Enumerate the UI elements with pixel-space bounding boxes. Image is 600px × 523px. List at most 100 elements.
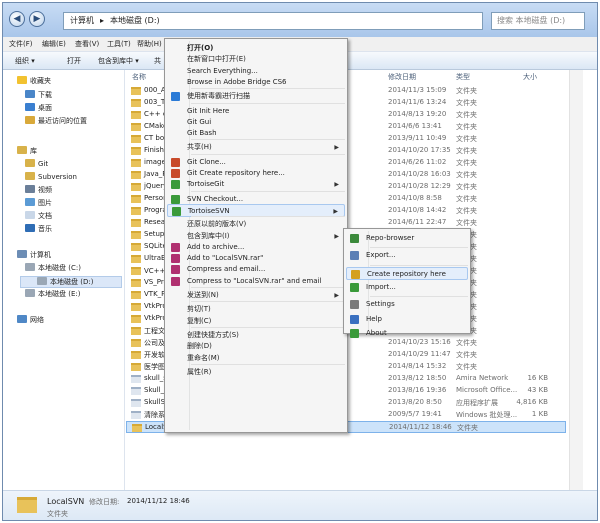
star-icon <box>17 76 27 84</box>
file-size: 4,816 KB <box>516 398 548 406</box>
file-type: 应用程序扩展 <box>456 399 498 407</box>
open-button[interactable]: 打开 <box>67 56 81 66</box>
sidebar-item-desktop[interactable]: 桌面 <box>25 103 52 113</box>
sidebar-item-favorites[interactable]: 收藏夹 <box>17 76 51 86</box>
menu-file[interactable]: 文件(F) <box>9 39 33 49</box>
folder-icon <box>131 363 141 371</box>
submenu-item-repo-browser[interactable]: Repo-browser <box>346 232 468 245</box>
column-header-date[interactable]: 修改日期 <box>388 70 416 84</box>
menu-item-label: 复制(C) <box>187 316 212 325</box>
file-date: 2013/8/12 18:50 <box>388 374 447 382</box>
file-date: 2014/10/28 16:03 <box>388 170 451 178</box>
share-button[interactable]: 共 <box>154 56 161 66</box>
sidebar-item-video[interactable]: 视频 <box>25 185 52 195</box>
menu-help[interactable]: 帮助(H) <box>137 39 162 49</box>
sidebar-item-git[interactable]: Git <box>25 159 48 169</box>
submenu-arrow-icon: ▶ <box>334 292 339 299</box>
menu-view[interactable]: 查看(V) <box>75 39 99 49</box>
folder-icon <box>131 303 141 311</box>
submenu-arrow-icon: ▶ <box>334 144 339 152</box>
folder-icon <box>131 243 141 251</box>
menu-item-label: 共享(H) <box>187 143 212 152</box>
folder-icon <box>131 147 141 155</box>
video-icon <box>25 185 35 193</box>
address-bar-area: ◀ ▶ 计算机 ▸ 本地磁盘 (D:) 搜索 本地磁盘 (D:) <box>3 3 597 37</box>
breadcrumb-drive-d[interactable]: 本地磁盘 (D:) <box>110 13 160 29</box>
menu-item-item[interactable]: 使用新毒霸进行扫描 <box>167 90 345 103</box>
menu-separator <box>191 287 345 288</box>
address-bar[interactable]: 计算机 ▸ 本地磁盘 (D:) <box>63 12 483 30</box>
include-in-library-button[interactable]: 包含到库中 ▾ <box>98 56 139 66</box>
menu-item-label: 重命名(M) <box>187 353 220 362</box>
menu-edit[interactable]: 编辑(E) <box>42 39 66 49</box>
breadcrumb-computer[interactable]: 计算机 <box>70 13 94 29</box>
file-type: Microsoft Office... <box>456 386 518 394</box>
back-button[interactable]: ◀ <box>9 11 25 27</box>
file-type: Amira Network <box>456 374 509 382</box>
menu-item-h[interactable]: 共享(H) ▶ <box>167 141 345 154</box>
folder-icon <box>131 195 141 203</box>
file-date: 2014/11/6 13:24 <box>388 98 447 106</box>
menu-item-tortoisesvn[interactable]: TortoiseSVN ▶ <box>167 203 345 217</box>
menu-item-label: Git Bash <box>187 129 217 138</box>
sidebar-item-libraries[interactable]: 库 <box>17 146 37 156</box>
file-icon <box>131 375 141 383</box>
menu-separator <box>370 296 468 298</box>
submenu-item-help[interactable]: Help <box>346 313 468 326</box>
folder-icon <box>131 159 141 167</box>
sidebar-item-drive-c[interactable]: 本地磁盘 (C:) <box>25 263 81 273</box>
menu-item-label: Repo-browser <box>366 234 415 242</box>
menu-item-tortoisegit[interactable]: TortoiseGit ▶ <box>167 178 345 191</box>
sidebar-item-drive-d[interactable]: 本地磁盘 (D:) <box>20 276 122 288</box>
folder-icon <box>131 123 141 131</box>
sidebar-item-downloads[interactable]: 下载 <box>25 90 52 100</box>
sidebar-item-music[interactable]: 音乐 <box>25 224 52 234</box>
menu-item-r[interactable]: 属性(R) <box>167 366 345 379</box>
file-type: 文件夹 <box>456 219 477 227</box>
folder-icon <box>25 172 35 180</box>
sidebar-item-recent[interactable]: 最近访问的位置 <box>25 116 87 126</box>
vertical-scrollbar[interactable] <box>569 70 583 490</box>
menu-separator <box>191 326 345 328</box>
menu-separator <box>370 247 468 249</box>
sidebar-item-subversion[interactable]: Subversion <box>25 172 77 182</box>
menu-item-m[interactable]: 重命名(M) <box>167 352 345 365</box>
sidebar-item-network[interactable]: 网络 <box>17 315 44 325</box>
menu-item-compress-to-localsvn-rar-and-email[interactable]: Compress to "LocalSVN.rar" and email <box>167 275 345 288</box>
sidebar-item-computer[interactable]: 计算机 <box>17 250 51 260</box>
column-header-size[interactable]: 大小 <box>523 70 537 84</box>
search-input[interactable]: 搜索 本地磁盘 (D:) <box>491 12 585 30</box>
submenu-item-create-repository-here[interactable]: Create repository here <box>346 266 468 280</box>
menu-item-browse-in-adobe-bridge-cs6[interactable]: Browse in Adobe Bridge CS6 <box>167 76 345 89</box>
menu-item-n[interactable]: 发送到(N) ▶ <box>167 289 345 302</box>
sidebar-item-drive-e[interactable]: 本地磁盘 (E:) <box>25 289 80 299</box>
menu-item-label: 使用新毒霸进行扫描 <box>187 92 250 101</box>
menu-item-label: Compress to "LocalSVN.rar" and email <box>187 276 322 285</box>
submenu-item-import[interactable]: Import... <box>346 281 468 294</box>
music-icon <box>25 224 35 232</box>
sidebar-item-documents[interactable]: 文档 <box>25 211 52 221</box>
forward-button[interactable]: ▶ <box>29 11 45 27</box>
column-header-type[interactable]: 类型 <box>456 70 470 84</box>
recent-icon <box>25 116 35 124</box>
menu-tools[interactable]: 工具(T) <box>107 39 131 49</box>
menu-item-git-bash[interactable]: Git Bash <box>167 127 345 140</box>
menu-separator <box>370 264 468 266</box>
menu-separator <box>191 153 345 155</box>
file-type: 文件夹 <box>456 363 477 371</box>
folder-icon <box>131 267 141 275</box>
file-type: 文件夹 <box>456 183 477 191</box>
details-pane: LocalSVN 修改日期: 2014/11/12 18:46 文件夹 <box>3 490 597 520</box>
tortoise-icon <box>172 206 181 216</box>
submenu-item-settings[interactable]: Settings <box>346 298 468 311</box>
sidebar-item-pictures[interactable]: 图片 <box>25 198 52 208</box>
column-header-name[interactable]: 名称 <box>132 70 146 84</box>
submenu-item-about[interactable]: About <box>346 327 468 340</box>
file-type: 文件夹 <box>456 123 477 131</box>
import-icon <box>350 282 359 292</box>
menu-item-c[interactable]: 复制(C) <box>167 315 345 328</box>
organize-button[interactable]: 组织 ▾ <box>15 56 35 66</box>
navigation-pane: 收藏夹 下载 桌面 最近访问的位置 库 Git Subversion 视频 图片… <box>3 70 125 490</box>
submenu-item-export[interactable]: Export... <box>346 249 468 262</box>
library-icon <box>17 146 27 154</box>
